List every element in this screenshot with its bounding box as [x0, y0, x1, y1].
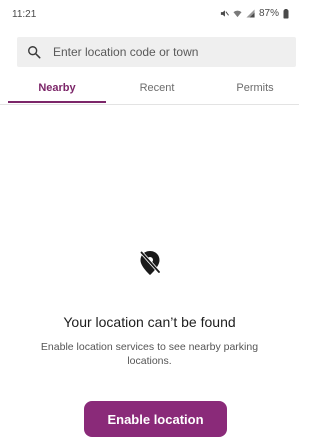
empty-state-message: Enable location services to see nearby p… — [40, 341, 259, 367]
battery-icon — [283, 8, 289, 19]
mute-icon — [220, 9, 229, 18]
battery-level: 87% — [258, 8, 279, 19]
location-off-icon — [139, 250, 161, 275]
status-bar: 11:21 87% — [0, 0, 299, 28]
search-icon — [28, 46, 41, 59]
tab-nearby[interactable]: Nearby — [8, 82, 106, 94]
empty-state-title: Your location can’t be found — [63, 314, 236, 330]
empty-state: Your location can’t be found Enable loca… — [0, 250, 299, 368]
status-icons: 87% — [220, 8, 289, 19]
tab-permits[interactable]: Permits — [206, 82, 304, 94]
tab-recent[interactable]: Recent — [108, 82, 206, 94]
search-input[interactable]: Enter location code or town — [53, 45, 198, 59]
active-tab-indicator — [8, 101, 106, 103]
signal-icon — [246, 9, 255, 18]
status-time: 11:21 — [12, 9, 37, 20]
tabs-divider — [0, 104, 299, 105]
tab-bar: Nearby Recent Permits — [0, 78, 299, 104]
enable-location-button[interactable]: Enable location — [84, 401, 227, 437]
search-bar[interactable]: Enter location code or town — [17, 37, 296, 67]
wifi-icon — [233, 9, 242, 18]
